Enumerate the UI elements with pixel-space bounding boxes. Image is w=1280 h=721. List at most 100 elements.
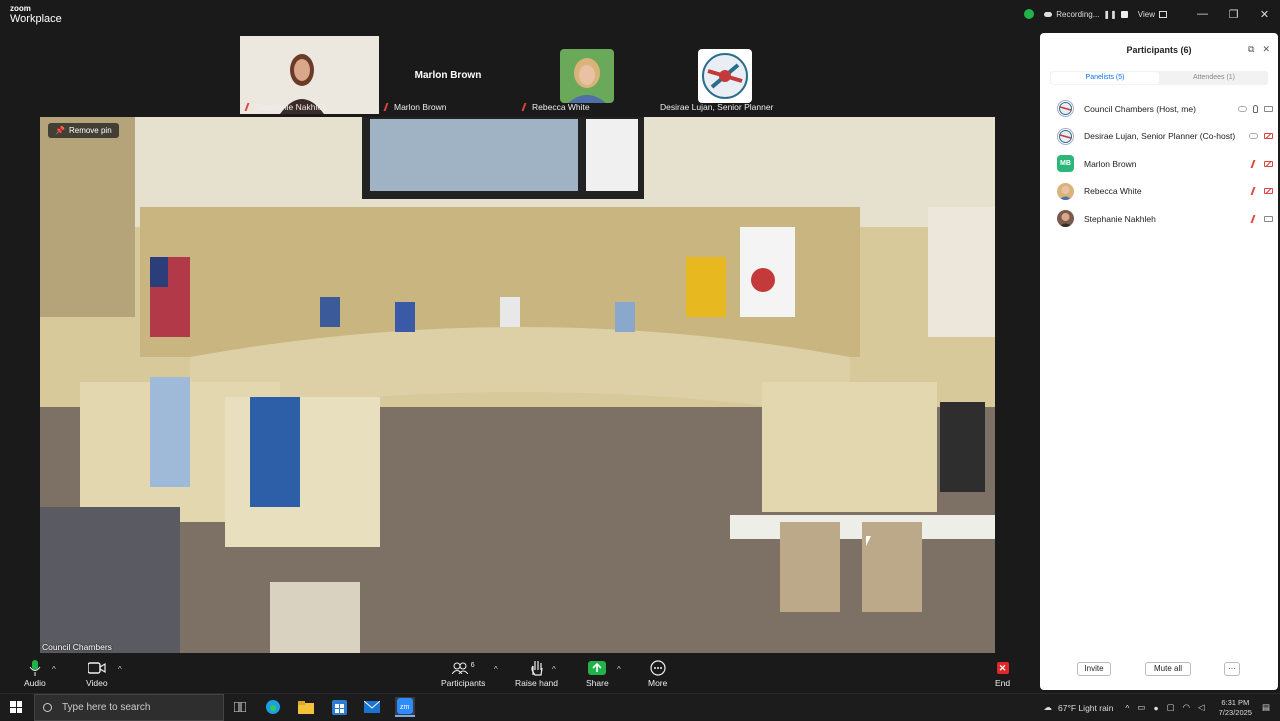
- mic-muted-icon: [383, 103, 393, 111]
- participant-row[interactable]: Stephanie Nakhleh: [1050, 205, 1275, 233]
- pause-recording-icon[interactable]: ❚❚: [1103, 10, 1116, 19]
- volume-icon[interactable]: ◁: [1198, 702, 1205, 713]
- file-explorer-icon[interactable]: [296, 697, 316, 717]
- titlebar-right: Recording... ❚❚ View — ❐ ✕: [1024, 0, 1280, 28]
- weather-icon: ☁: [1043, 702, 1053, 712]
- tab-attendees[interactable]: Attendees (1): [1160, 71, 1268, 85]
- participants-count: 6: [470, 661, 475, 669]
- more-label: More: [648, 678, 668, 688]
- thumbnail-stephanie[interactable]: Stephanie Nakhleh: [240, 36, 379, 114]
- thumbnail-marlon[interactable]: Marlon Brown Marlon Brown: [379, 36, 517, 114]
- raise-hand-label: Raise hand: [515, 678, 559, 688]
- rebecca-avatar: [560, 49, 614, 103]
- microphone-icon: [29, 660, 41, 676]
- participants-options-chevron-icon[interactable]: ^: [494, 665, 498, 674]
- mic-on-icon[interactable]: [1253, 104, 1258, 113]
- participant-name: Rebecca White: [1084, 186, 1142, 197]
- system-tray: ☁ 67°F Light rain ^ ▭ ● ▢ ◠ ◁ 6:31 PM 7/…: [1044, 694, 1280, 721]
- audio-options-chevron-icon[interactable]: ^: [52, 665, 56, 674]
- video-name-label: Council Chambers: [42, 642, 112, 652]
- close-icon[interactable]: ✕: [1249, 0, 1280, 28]
- video-options-chevron-icon[interactable]: ^: [118, 665, 122, 674]
- city-seal-avatar: [1057, 127, 1074, 145]
- participant-row[interactable]: Rebecca White: [1050, 178, 1275, 206]
- council-chambers-video: [40, 117, 995, 653]
- thumbnail-rebecca[interactable]: Rebecca White: [517, 36, 655, 114]
- mail-icon[interactable]: [362, 697, 382, 717]
- share-screen-icon: [588, 661, 607, 675]
- pop-out-icon[interactable]: ⧉: [1248, 44, 1254, 55]
- camera-on-icon[interactable]: [1264, 105, 1273, 112]
- stop-recording-icon[interactable]: [1120, 10, 1128, 18]
- participants-button[interactable]: 6 Participants: [441, 660, 486, 689]
- initials-avatar: MB: [1057, 155, 1074, 173]
- wifi-icon[interactable]: ◠: [1183, 702, 1190, 713]
- network-icon[interactable]: ▭: [1137, 702, 1145, 713]
- mic-muted-icon[interactable]: [1250, 214, 1260, 223]
- panel-footer: Invite Mute all ···: [1040, 662, 1278, 678]
- participant-name: Stephanie Nakhleh: [1084, 213, 1156, 224]
- more-button[interactable]: More: [648, 660, 667, 688]
- tray-chevron-icon[interactable]: ^: [1125, 703, 1129, 713]
- mic-muted-icon[interactable]: [1250, 187, 1260, 196]
- thumbnail-desirae[interactable]: Desirae Lujan, Senior Planner: [655, 36, 795, 114]
- close-panel-icon[interactable]: ✕: [1262, 44, 1270, 55]
- mic-muted-icon: [244, 103, 254, 111]
- task-view-icon[interactable]: [230, 697, 250, 717]
- end-x-icon: ✕: [996, 662, 1009, 674]
- restore-icon[interactable]: ❐: [1218, 0, 1249, 28]
- raise-hand-options-chevron-icon[interactable]: ^: [552, 665, 556, 674]
- mic-muted-icon[interactable]: [1250, 159, 1260, 168]
- tab-panelists[interactable]: Panelists (5): [1051, 72, 1159, 84]
- mic-muted-icon: [521, 103, 531, 111]
- mute-all-button[interactable]: Mute all: [1145, 662, 1191, 676]
- edge-browser-icon[interactable]: [263, 697, 283, 717]
- participant-name: Desirae Lujan, Senior Planner (Co-host): [1084, 131, 1236, 142]
- view-grid-icon: [1159, 10, 1167, 18]
- view-button[interactable]: View: [1138, 10, 1167, 19]
- invite-button[interactable]: Invite: [1077, 662, 1111, 676]
- video-button[interactable]: Video: [86, 660, 108, 688]
- cloud-icon: [1249, 133, 1258, 140]
- pin-icon: 📌: [55, 126, 65, 135]
- participant-row[interactable]: MB Marlon Brown: [1050, 150, 1275, 178]
- store-icon[interactable]: [329, 697, 349, 717]
- camera-off-icon[interactable]: [1264, 160, 1273, 167]
- city-seal-avatar: [1057, 100, 1074, 118]
- city-seal-logo: [698, 49, 752, 103]
- remove-pin-label: Remove pin: [68, 126, 112, 135]
- clock[interactable]: 6:31 PM 7/23/2025: [1219, 698, 1252, 718]
- participant-tabs: Panelists (5) Attendees (1): [1050, 71, 1268, 85]
- photo-avatar: [1057, 182, 1074, 200]
- camera-on-icon[interactable]: [1264, 215, 1273, 222]
- more-options-button[interactable]: ···: [1224, 662, 1240, 676]
- participant-row[interactable]: Council Chambers (Host, me): [1050, 95, 1275, 123]
- participant-row[interactable]: Desirae Lujan, Senior Planner (Co-host): [1050, 123, 1275, 151]
- share-options-chevron-icon[interactable]: ^: [617, 665, 621, 674]
- raise-hand-icon: [530, 661, 543, 676]
- camera-off-icon[interactable]: [1264, 133, 1273, 140]
- panel-title: Participants (6): [1126, 45, 1192, 55]
- search-placeholder: Type here to search: [62, 702, 151, 713]
- zoom-taskbar-icon[interactable]: zm: [395, 697, 415, 717]
- windows-start-icon[interactable]: [10, 701, 22, 713]
- camera-off-icon[interactable]: [1264, 188, 1273, 195]
- cloud-icon: [1238, 105, 1247, 112]
- audio-button[interactable]: Audio: [24, 660, 46, 688]
- end-meeting-button[interactable]: ✕ End: [995, 660, 1010, 688]
- security-shield-icon[interactable]: [1024, 9, 1035, 19]
- minimize-icon[interactable]: —: [1187, 0, 1218, 28]
- display-icon[interactable]: ▢: [1167, 702, 1175, 713]
- notification-icon[interactable]: ▤: [1262, 702, 1270, 713]
- photo-avatar: [1057, 210, 1074, 228]
- mouse-cursor-icon: [866, 536, 871, 546]
- weather-label[interactable]: 67°F Light rain: [1058, 703, 1113, 713]
- microphone-tray-icon[interactable]: ●: [1153, 703, 1158, 713]
- participants-label: Participants: [441, 678, 486, 688]
- taskbar-search[interactable]: Type here to search: [34, 694, 224, 721]
- share-button[interactable]: Share: [586, 660, 609, 688]
- view-label: View: [1137, 9, 1155, 19]
- remove-pin-button[interactable]: 📌 Remove pin: [48, 123, 119, 138]
- pinned-video-council-chambers[interactable]: 📌 Remove pin Council Chambers: [40, 117, 995, 653]
- search-icon: [43, 703, 52, 712]
